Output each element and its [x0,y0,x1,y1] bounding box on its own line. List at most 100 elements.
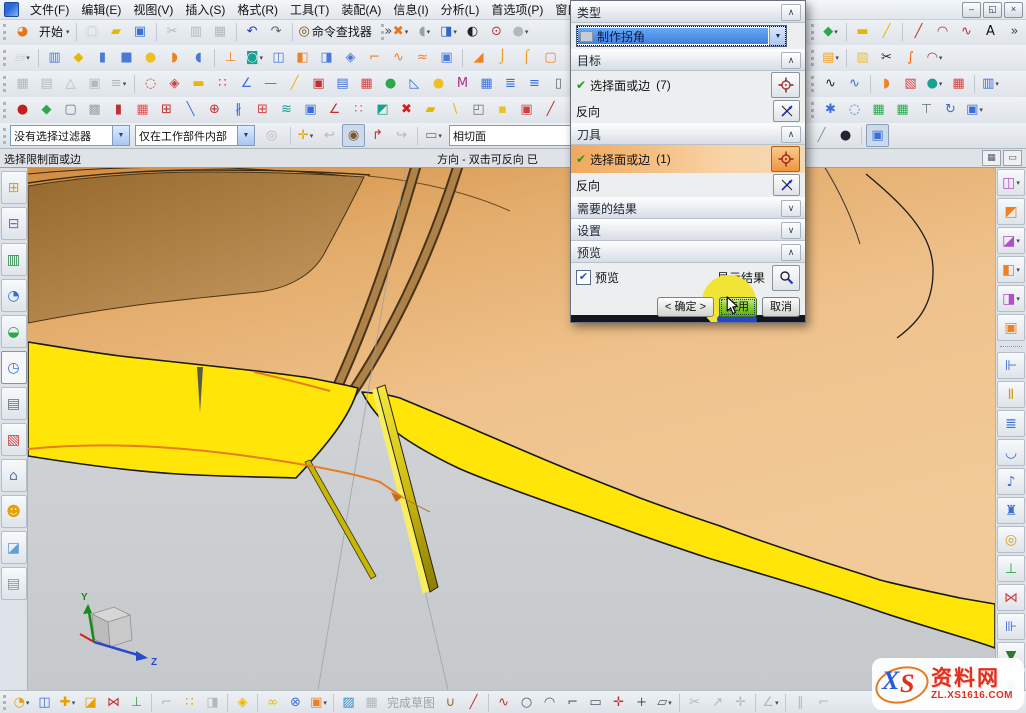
constraint-navigator[interactable]: ⊟ [1,207,27,240]
target-reverse-button[interactable] [773,100,800,122]
note-tool[interactable]: ♪ [997,468,1025,495]
measure-angle[interactable]: ∠ [235,72,258,95]
collapse-arrow-icon[interactable]: ∧ [781,52,801,69]
sketch[interactable]: ▱▾ [11,46,34,69]
assembly-constraints[interactable]: ⋈ [102,691,125,713]
preview-checkbox[interactable]: ✔ [576,270,591,285]
viewport-3d[interactable]: Y Z [28,166,995,690]
report-m[interactable]: M [451,72,474,95]
dropdown-arrow-icon[interactable]: ▾ [26,54,30,62]
red-frame-box[interactable]: ▣ [515,98,538,121]
status-panel-icon[interactable]: ▭ [1003,150,1022,166]
snap-point-ball[interactable]: ◉ [342,124,365,147]
mesh-face[interactable]: ▦ [947,72,970,95]
dropdown-arrow-icon[interactable]: ▾ [260,54,264,62]
emboss[interactable]: ◈ [339,46,362,69]
intersect[interactable]: ◨ [315,46,338,69]
u-curve[interactable]: ∪ [439,691,462,713]
white-cube-display[interactable]: ▢ [59,98,82,121]
dropdown-arrow-icon[interactable]: ▾ [310,132,314,140]
ruled-surface[interactable]: ≈ [411,46,434,69]
dropdown-arrow-icon[interactable]: ▾ [995,80,999,88]
assembly-navigator[interactable]: ⊞ [1,171,27,204]
trim-sheet[interactable]: ✂ [875,46,898,69]
result-section-header[interactable]: 需要的结果 ∨ [571,197,805,219]
clipboard-check[interactable]: ▤ [331,72,354,95]
thicken[interactable]: ▤▾ [819,46,842,69]
show-degrees-of-freedom[interactable]: ⊥ [125,691,148,713]
add-component[interactable]: ✚▾ [56,691,79,713]
studio-spline[interactable]: ∿ [955,20,978,43]
mold-wizard[interactable]: ◫▾ [997,169,1025,196]
text-tool[interactable]: A [979,20,1002,43]
nx-app-logo[interactable]: ◕ [11,20,34,43]
reset-orientation[interactable]: ✖▾ [389,20,412,43]
core-cavity[interactable]: ◩ [997,198,1025,225]
select-filter-plus[interactable]: ✛▾ [294,124,317,147]
datum-cube[interactable]: ▣▾ [307,691,330,713]
t-frame[interactable]: ⊤ [915,98,938,121]
skew-lines[interactable]: ∦ [227,98,250,121]
grid-target[interactable]: ⊞ [155,98,178,121]
menu-file[interactable]: 文件(F) [24,1,75,19]
block[interactable]: ■ [115,46,138,69]
tool-reverse-button[interactable] [773,174,800,196]
extrude[interactable]: ◆ [67,46,90,69]
templates[interactable]: ▤ [1,567,27,600]
arc-sketch[interactable]: ◠ [538,691,561,713]
electrode-pin[interactable]: ⊩ [997,352,1025,379]
shaded-blob[interactable]: ● [834,124,857,147]
history-palette[interactable]: ◷ [1,351,27,384]
parting-surface[interactable]: ◪▾ [997,227,1025,254]
new-file[interactable]: ▢ [81,20,104,43]
scene-settings[interactable]: ◪ [1,531,27,564]
assemblies-toggle[interactable]: ◔▾ [10,691,33,713]
studio-spline-sketch[interactable]: ∿ [492,691,515,713]
line-tool[interactable]: ╱ [907,20,930,43]
scroll-list[interactable]: ≣ [997,410,1025,437]
dashed-circle[interactable]: ◌ [843,98,866,121]
cylinder[interactable]: ▮ [91,46,114,69]
slant-ruler[interactable]: ╱ [875,20,898,43]
rectangle-sketch[interactable]: ▭ [584,691,607,713]
rgb-analysis[interactable]: ● [379,72,402,95]
dropdown-arrow-icon[interactable]: ▾ [26,699,30,707]
interpart-link[interactable]: ∞ [261,691,284,713]
delete-x[interactable]: ✖ [395,98,418,121]
bounded-box[interactable]: ◌ [139,72,162,95]
offset-surface[interactable]: ▨ [851,46,874,69]
datum-plane-dropdown[interactable]: ◆▾ [819,20,842,43]
dropdown-arrow-icon[interactable]: ▾ [66,28,70,36]
blue-line[interactable]: ╲ [179,98,202,121]
box-arrow[interactable]: ▣ [299,98,322,121]
dropdown-arrow-icon[interactable]: ▾ [427,28,431,36]
status-grid-icon[interactable]: ▦ [982,150,1001,166]
sprue-bushing[interactable]: ⊥ [997,555,1025,582]
restore-button[interactable]: ◱ [983,2,1002,18]
workpiece[interactable]: ▣ [997,314,1025,341]
menu-edit[interactable]: 编辑(E) [75,1,127,19]
green-diamond-display[interactable]: ◆ [35,98,58,121]
small-cube[interactable]: ▪ [491,98,514,121]
mold-edit[interactable]: ◨▾ [997,285,1025,312]
rainbow-ball[interactable]: ●▾ [923,72,946,95]
bridge-curve[interactable]: ◠▾ [923,46,946,69]
target-select-button[interactable] [771,72,800,98]
dropdown-arrow-icon[interactable]: ▾ [72,699,76,707]
tool-select-row[interactable]: ✔ 选择面或边 (1) [571,145,805,173]
dome[interactable]: ◗ [163,46,186,69]
gate-design[interactable]: ⋈ [997,584,1025,611]
folder-add[interactable]: ▰ [419,98,442,121]
trim-body[interactable]: ▣ [435,46,458,69]
section-view[interactable]: ⊙ [485,20,508,43]
bracket-curve[interactable]: ◡ [997,439,1025,466]
color-grid[interactable]: ▦ [131,98,154,121]
open-file[interactable]: ▰ [105,20,128,43]
chamfer[interactable]: ⌠ [515,46,538,69]
box-corner[interactable]: ◩ [371,98,394,121]
command-finder[interactable]: ◎命令查找器 [297,20,376,43]
box-question[interactable]: ◰ [467,98,490,121]
close-button[interactable]: × [1004,2,1023,18]
face-wave-blue[interactable]: ∿ [843,72,866,95]
sketch-task-environment[interactable]: ▨ [337,691,360,713]
